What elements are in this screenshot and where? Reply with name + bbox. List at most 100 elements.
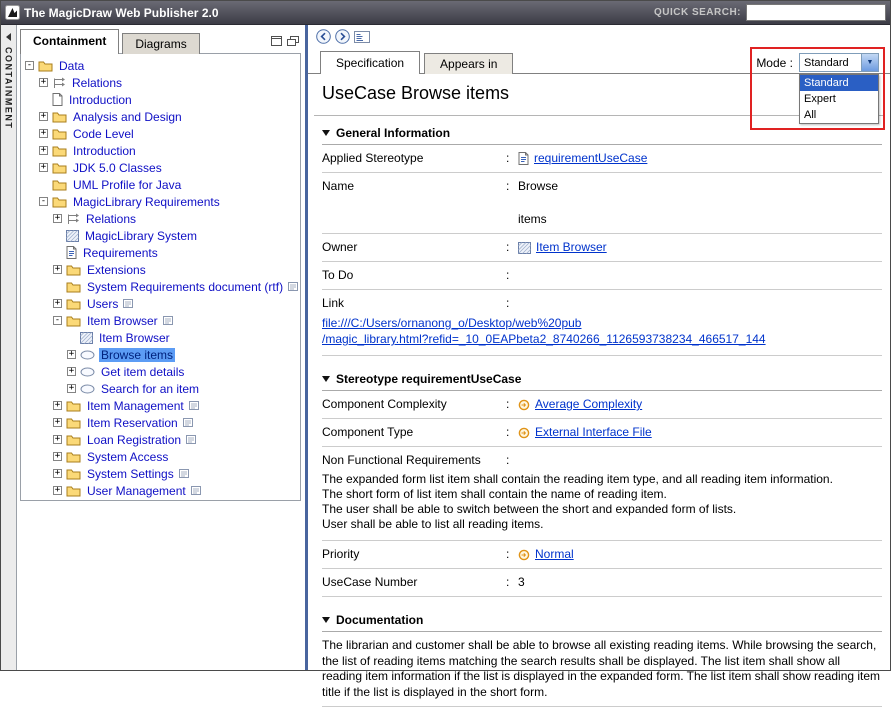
tree-item-label[interactable]: System Requirements document (rtf)	[85, 280, 285, 294]
tree-item[interactable]: MagicLibrary System	[21, 227, 300, 244]
tree-item-label[interactable]: System Access	[85, 450, 170, 464]
tree-item-label[interactable]: Loan Registration	[85, 433, 183, 447]
expand-icon[interactable]: +	[39, 129, 48, 138]
minimize-panel-icon[interactable]	[271, 36, 282, 46]
chevron-down-icon[interactable]: ▼	[861, 54, 878, 71]
expand-icon[interactable]: +	[39, 163, 48, 172]
tree-item[interactable]: UML Profile for Java	[21, 176, 300, 193]
tree-item-label[interactable]: Code Level	[71, 127, 136, 141]
expand-icon[interactable]: +	[53, 452, 62, 461]
collapse-icon[interactable]: -	[39, 197, 48, 206]
tree-item[interactable]: + Users	[21, 295, 300, 312]
property-link[interactable]: Item Browser	[536, 240, 607, 254]
tree-item-label[interactable]: Browse items	[99, 348, 175, 362]
tree-item-label[interactable]: MagicLibrary Requirements	[71, 195, 222, 209]
tree-item-label[interactable]: Relations	[70, 76, 124, 90]
tree-item-label[interactable]: Relations	[84, 212, 138, 226]
tree-item[interactable]: + Relations	[21, 210, 300, 227]
mode-dropdown[interactable]: Standard ▼	[799, 53, 879, 72]
tree-item-label[interactable]: Requirements	[81, 246, 160, 260]
property-link[interactable]: requirementUseCase	[534, 151, 647, 165]
expand-icon[interactable]: +	[53, 265, 62, 274]
expand-icon[interactable]: +	[39, 112, 48, 121]
tree-item-label[interactable]: Introduction	[71, 144, 138, 158]
tree-item[interactable]: Introduction	[21, 91, 300, 108]
expand-icon[interactable]: +	[53, 299, 62, 308]
property-link[interactable]: Average Complexity	[535, 397, 642, 411]
forward-icon[interactable]	[335, 29, 350, 44]
float-panel-icon[interactable]	[287, 36, 299, 46]
section-header[interactable]: Stereotype requirementUseCase	[322, 369, 882, 391]
folder-icon	[52, 145, 67, 157]
quick-search-input[interactable]	[746, 4, 886, 21]
tab-specification[interactable]: Specification	[320, 51, 420, 74]
tree-item[interactable]: + System Access	[21, 448, 300, 465]
expand-icon[interactable]: +	[67, 384, 76, 393]
tree-item[interactable]: + Browse items	[21, 346, 300, 363]
tree-item-label[interactable]: Extensions	[85, 263, 148, 277]
property-label: Applied Stereotype	[322, 151, 506, 166]
tree-item[interactable]: + Code Level	[21, 125, 300, 142]
tree-item-label[interactable]: Data	[57, 59, 86, 73]
tree-item[interactable]: - Item Browser	[21, 312, 300, 329]
tree-item-label[interactable]: MagicLibrary System	[83, 229, 199, 243]
expand-icon[interactable]: +	[53, 469, 62, 478]
property-link[interactable]: /magic_library.html?refid=_10_0EAPbeta2_…	[322, 331, 882, 347]
tree-item[interactable]: + System Settings	[21, 465, 300, 482]
tree-item[interactable]: System Requirements document (rtf)	[21, 278, 300, 295]
expand-icon[interactable]: +	[53, 486, 62, 495]
tree-item[interactable]: + Relations	[21, 74, 300, 91]
mode-option[interactable]: Standard	[800, 75, 878, 91]
expand-icon[interactable]: +	[39, 146, 48, 155]
tree-item-label[interactable]: Item Management	[85, 399, 186, 413]
tree-item[interactable]: Requirements	[21, 244, 300, 261]
tree-item-label[interactable]: Item Browser	[97, 331, 172, 345]
tree-item[interactable]: + Introduction	[21, 142, 300, 159]
tree-item[interactable]: + User Management	[21, 482, 300, 499]
tree-item-label[interactable]: UML Profile for Java	[71, 178, 183, 192]
tree-item[interactable]: + Item Management	[21, 397, 300, 414]
tree-item-label[interactable]: Introduction	[67, 93, 134, 107]
tree-item-label[interactable]: Get item details	[99, 365, 186, 379]
tab-appears-in[interactable]: Appears in	[424, 53, 513, 74]
expand-icon[interactable]: +	[53, 435, 62, 444]
tree-item[interactable]: - Data	[21, 57, 300, 74]
property-link[interactable]: External Interface File	[535, 425, 652, 439]
section-header[interactable]: Documentation	[322, 610, 882, 632]
property-link[interactable]: Normal	[535, 547, 574, 561]
tree-item[interactable]: + JDK 5.0 Classes	[21, 159, 300, 176]
containment-side-tab[interactable]: CONTAINMENT	[1, 25, 17, 670]
back-icon[interactable]	[316, 29, 331, 44]
tree-item-label[interactable]: User Management	[85, 484, 188, 498]
collapse-icon[interactable]: -	[53, 316, 62, 325]
collapse-icon[interactable]: -	[25, 61, 34, 70]
expand-icon[interactable]: +	[67, 350, 76, 359]
mode-option[interactable]: Expert	[800, 91, 878, 107]
mode-option[interactable]: All	[800, 107, 878, 123]
expand-icon[interactable]: +	[67, 367, 76, 376]
collapse-panel-icon[interactable]	[6, 33, 11, 41]
tree-item[interactable]: + Analysis and Design	[21, 108, 300, 125]
expand-icon[interactable]: +	[39, 78, 48, 87]
tree-item-label[interactable]: Item Browser	[85, 314, 160, 328]
tab-containment[interactable]: Containment	[20, 29, 119, 54]
tree-item[interactable]: - MagicLibrary Requirements	[21, 193, 300, 210]
tab-diagrams[interactable]: Diagrams	[122, 33, 199, 54]
expand-icon[interactable]: +	[53, 401, 62, 410]
tree-item[interactable]: Item Browser	[21, 329, 300, 346]
tree-item[interactable]: + Get item details	[21, 363, 300, 380]
tree-item-label[interactable]: Item Reservation	[85, 416, 180, 430]
tree-item-label[interactable]: Search for an item	[99, 382, 201, 396]
tree-item-label[interactable]: Users	[85, 297, 120, 311]
expand-icon[interactable]: +	[53, 418, 62, 427]
tree-item-label[interactable]: Analysis and Design	[71, 110, 184, 124]
tree-item[interactable]: + Extensions	[21, 261, 300, 278]
tree-item[interactable]: + Item Reservation	[21, 414, 300, 431]
tree-item[interactable]: + Loan Registration	[21, 431, 300, 448]
tree-item-label[interactable]: JDK 5.0 Classes	[71, 161, 164, 175]
tree-item-label[interactable]: System Settings	[85, 467, 176, 481]
tree-item[interactable]: + Search for an item	[21, 380, 300, 397]
property-link[interactable]: file:///C:/Users/ornanong_o/Desktop/web%…	[322, 315, 882, 331]
locate-in-tree-icon[interactable]	[354, 30, 370, 44]
expand-icon[interactable]: +	[53, 214, 62, 223]
